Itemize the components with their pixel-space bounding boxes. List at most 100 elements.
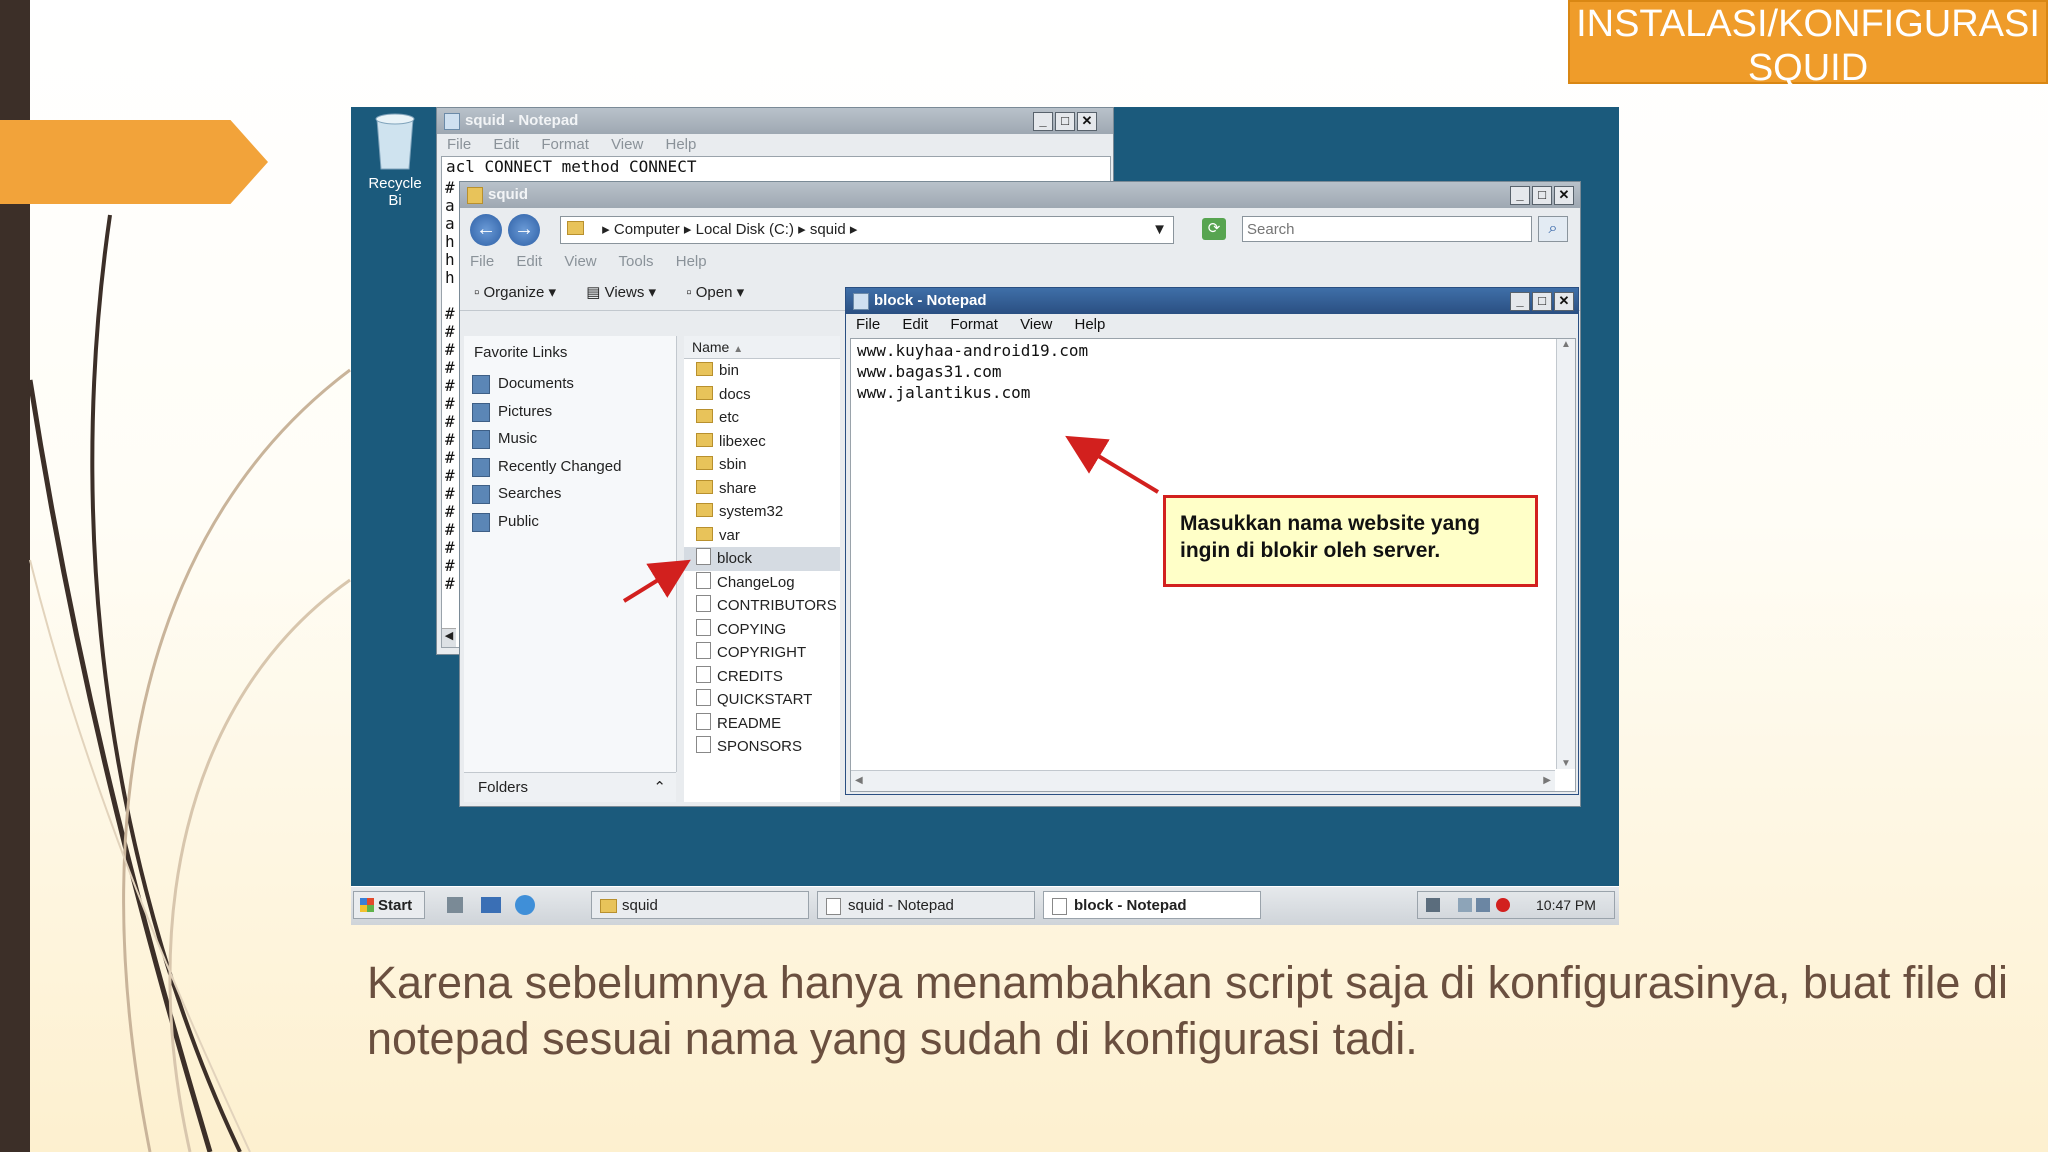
views-button[interactable]: ▤ Views ▾ — [586, 284, 656, 301]
favorite-link-music[interactable]: Music — [464, 425, 676, 453]
start-button[interactable]: Start — [353, 891, 425, 919]
favorite-link-pictures[interactable]: Pictures — [464, 398, 676, 426]
scroll-right-arrow[interactable]: ▶ — [1543, 771, 1551, 791]
slide-caption: Karena sebelumnya hanya menambahkan scri… — [367, 957, 2008, 1064]
config-first-line: acl CONNECT method CONNECT — [446, 157, 697, 176]
show-desktop-icon[interactable] — [481, 897, 501, 913]
file-row[interactable]: block — [684, 547, 840, 571]
file-row[interactable]: COPYRIGHT — [684, 641, 840, 665]
refresh-icon[interactable]: ⟳ — [1202, 218, 1226, 240]
open-button[interactable]: ▫ Open ▾ — [686, 284, 744, 301]
explorer-menubar: File Edit View Tools Help — [460, 248, 1580, 276]
search-input[interactable] — [1242, 216, 1532, 242]
favorite-link-documents[interactable]: Documents — [464, 370, 676, 398]
maximize-button[interactable]: □ — [1532, 186, 1552, 205]
name-column-header[interactable]: Name ▲ — [684, 336, 840, 359]
scroll-left-arrow[interactable]: ◀ — [855, 771, 863, 791]
maximize-button[interactable]: □ — [1532, 292, 1552, 311]
squid-notepad-titlebar[interactable]: squid - Notepad _ □ ✕ — [437, 108, 1113, 134]
menu-edit[interactable]: Edit — [493, 136, 519, 153]
file-row[interactable]: COPYING — [684, 618, 840, 642]
file-row[interactable]: ChangeLog — [684, 571, 840, 595]
display-tray-icon[interactable] — [1458, 898, 1472, 912]
quick-launch-icon[interactable] — [447, 897, 463, 913]
volume-muted-icon[interactable] — [1496, 898, 1510, 912]
file-row[interactable]: README — [684, 712, 840, 736]
favorite-link-public[interactable]: Public — [464, 508, 676, 536]
folder-row[interactable]: bin — [684, 359, 840, 383]
orange-arrow-tab — [0, 120, 268, 204]
recently-changed-icon — [472, 457, 490, 477]
maximize-button[interactable]: □ — [1055, 112, 1075, 131]
menu-edit[interactable]: Edit — [516, 253, 542, 270]
folder-row[interactable]: etc — [684, 406, 840, 430]
file-row[interactable]: CONTRIBUTORS — [684, 594, 840, 618]
monitor-tray-icon[interactable] — [1476, 898, 1490, 912]
breadcrumb-squid[interactable]: squid — [810, 221, 846, 238]
menu-edit[interactable]: Edit — [902, 316, 928, 333]
minimize-button[interactable]: _ — [1510, 292, 1530, 311]
item-name: QUICKSTART — [717, 691, 813, 708]
taskbar-button-squid[interactable]: squid — [591, 891, 809, 919]
taskbar-button-label: squid - Notepad — [848, 897, 954, 914]
close-button[interactable]: ✕ — [1077, 112, 1097, 131]
folder-icon — [467, 187, 483, 204]
file-icon — [696, 642, 711, 659]
file-row[interactable]: CREDITS — [684, 665, 840, 689]
close-button[interactable]: ✕ — [1554, 292, 1574, 311]
menu-view[interactable]: View — [611, 136, 643, 153]
menu-format[interactable]: Format — [950, 316, 998, 333]
address-bar[interactable]: ▸ Computer ▸ Local Disk (C:) ▸ squid ▸ ▼ — [560, 216, 1174, 244]
favorite-link-label: Music — [498, 430, 538, 447]
internet-explorer-icon[interactable] — [515, 895, 535, 915]
folders-toggle[interactable]: Folders ⌃ — [464, 772, 676, 802]
recycle-bin[interactable]: Recycle Bi — [365, 109, 425, 209]
file-row[interactable]: QUICKSTART — [684, 688, 840, 712]
minimize-button[interactable]: _ — [1510, 186, 1530, 205]
back-arrow-icon[interactable]: ← — [470, 214, 502, 246]
folder-row[interactable]: docs — [684, 383, 840, 407]
instruction-callout: Masukkan nama website yang ingin di blok… — [1163, 495, 1538, 587]
scroll-up-arrow[interactable]: ▲ — [1557, 339, 1575, 350]
menu-format[interactable]: Format — [541, 136, 589, 153]
vertical-scrollbar[interactable]: ▲ ▼ — [1556, 339, 1575, 769]
favorite-link-searches[interactable]: Searches — [464, 480, 676, 508]
menu-view[interactable]: View — [564, 253, 596, 270]
folder-row[interactable]: system32 — [684, 500, 840, 524]
block-notepad-titlebar[interactable]: block - Notepad _ □ ✕ — [846, 288, 1578, 314]
config-line-prefix: h — [445, 250, 455, 269]
menu-file[interactable]: File — [856, 316, 880, 333]
menu-help[interactable]: Help — [665, 136, 696, 153]
taskbar-button-squid-notepad[interactable]: squid - Notepad — [817, 891, 1035, 919]
menu-tools[interactable]: Tools — [619, 253, 654, 270]
folder-row[interactable]: sbin — [684, 453, 840, 477]
breadcrumb-computer[interactable]: Computer — [614, 221, 680, 238]
minimize-button[interactable]: _ — [1033, 112, 1053, 131]
search-icon[interactable]: ⌕ — [1538, 216, 1568, 242]
folder-icon — [696, 503, 713, 517]
menu-help[interactable]: Help — [1074, 316, 1105, 333]
menu-help[interactable]: Help — [676, 253, 707, 270]
horizontal-scrollbar[interactable]: ◀ ▶ — [851, 770, 1555, 791]
menu-file[interactable]: File — [447, 136, 471, 153]
file-row[interactable]: SPONSORS — [684, 735, 840, 759]
scroll-down-arrow[interactable]: ▼ — [1557, 758, 1575, 769]
navigation-pane: Favorite Links Documents Pictures Music Rec… — [464, 336, 677, 772]
menu-view[interactable]: View — [1020, 316, 1052, 333]
network-tray-icon[interactable] — [1426, 898, 1440, 912]
address-dropdown-icon[interactable]: ▼ — [1152, 217, 1167, 243]
clock[interactable]: 10:47 PM — [1536, 892, 1596, 918]
favorite-link-recently-changed[interactable]: Recently Changed — [464, 453, 676, 481]
close-button[interactable]: ✕ — [1554, 186, 1574, 205]
favorite-link-label: Pictures — [498, 402, 553, 420]
scroll-left-arrow[interactable]: ◀ — [442, 628, 456, 647]
folder-row[interactable]: var — [684, 524, 840, 548]
breadcrumb-local-disk[interactable]: Local Disk (C:) — [696, 221, 794, 238]
organize-button[interactable]: ▫ Organize ▾ — [474, 284, 556, 301]
forward-arrow-icon[interactable]: → — [508, 214, 540, 246]
folder-row[interactable]: libexec — [684, 430, 840, 454]
folder-row[interactable]: share — [684, 477, 840, 501]
explorer-titlebar[interactable]: squid _ □ ✕ — [460, 182, 1580, 208]
menu-file[interactable]: File — [470, 253, 494, 270]
taskbar-button-block-notepad[interactable]: block - Notepad — [1043, 891, 1261, 919]
